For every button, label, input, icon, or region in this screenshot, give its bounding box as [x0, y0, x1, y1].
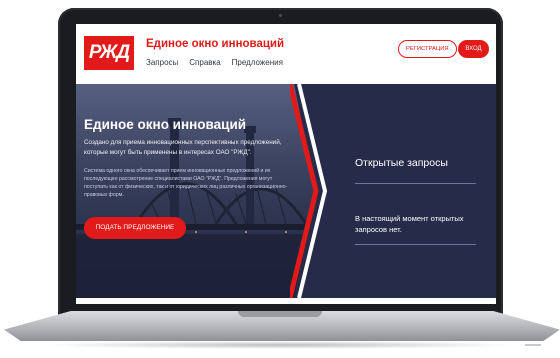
open-requests-text: В настоящий момент открытых запросов нет…	[355, 214, 464, 234]
hero-title: Единое окно инноваций	[84, 117, 247, 133]
nav-item-help[interactable]: Справка	[189, 58, 220, 67]
open-requests-divider-bottom	[355, 244, 476, 245]
site-title: Единое окно инноваций	[146, 38, 285, 50]
nav-item-requests[interactable]: Запросы	[146, 58, 178, 67]
hero-description: Система одного окна обеспечивает прием и…	[84, 168, 288, 199]
register-button[interactable]: РЕГИСТРАЦИЯ	[398, 40, 457, 58]
camera-icon	[279, 14, 282, 17]
laptop-notch	[238, 311, 322, 317]
site-header: РЖД Единое окно инноваций Запросы Справк…	[76, 24, 496, 78]
logo-text: РЖД	[88, 42, 130, 63]
laptop-shadow	[40, 341, 520, 349]
rzd-logo[interactable]: РЖД	[84, 36, 134, 70]
submit-proposal-button[interactable]: ПОДАТЬ ПРЕДЛОЖЕНИЕ	[84, 217, 186, 239]
laptop-screen: РЖД Единое окно инноваций Запросы Справк…	[76, 24, 496, 304]
open-requests-divider-top	[355, 183, 476, 184]
login-button[interactable]: ВХОД	[458, 40, 489, 58]
top-navigation: Запросы Справка Предложения	[146, 58, 283, 67]
nav-item-proposals[interactable]: Предложения	[232, 58, 283, 67]
chevron-divider-icon	[290, 84, 328, 298]
decorative-dash	[525, 344, 541, 346]
open-requests-title: Открытые запросы	[355, 157, 448, 169]
hero-section: Единое окно инноваций Создано для приема…	[76, 84, 496, 298]
hero-lead-text: Создано для приема инновационных перспек…	[84, 139, 282, 156]
